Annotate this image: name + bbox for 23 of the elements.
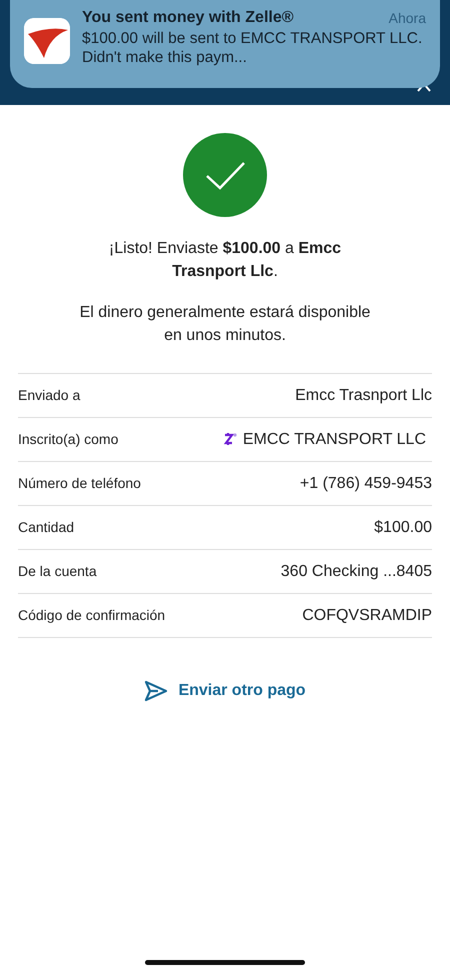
send-icon — [144, 680, 168, 702]
detail-label: Inscrito(a) como — [18, 430, 118, 449]
availability-note: El dinero generalmente estará disponible en unos minutos. — [78, 303, 372, 346]
detail-label: Número de teléfono — [18, 474, 141, 493]
detail-label: Código de confirmación — [18, 606, 166, 625]
detail-value: COFQVSRAMDIP — [302, 606, 432, 626]
detail-label: De la cuenta — [18, 562, 97, 581]
detail-value: +1 (786) 459-9453 — [300, 474, 432, 494]
detail-value: $100.00 — [374, 518, 432, 538]
app-icon — [24, 18, 70, 64]
notification-banner[interactable]: You sent money with Zelle® Ahora $100.00 will be sent to EMCC TRANSPORT LLC. Didn't make this paym... — [10, 0, 440, 88]
zelle-icon — [222, 432, 237, 446]
detail-value: Emcc Trasnport Llc — [295, 386, 432, 406]
notification-title: You sent money with Zelle® — [82, 8, 294, 28]
notification-text: $100.00 will be sent to EMCC TRANSPORT LLC. Didn't make this paym... — [82, 29, 424, 67]
send-another-payment-link[interactable]: Enviar otro pago — [138, 678, 312, 704]
detail-value: EMCC TRANSPORT LLC — [242, 430, 426, 450]
detail-label: Enviado a — [18, 386, 80, 405]
confirmation-message: ¡Listo! Enviaste $100.00 a Emcc Trasnport Llc. — [108, 239, 342, 282]
checkmark-icon — [183, 133, 267, 217]
notification-time: Ahora — [388, 9, 426, 28]
detail-value: 360 Checking ...8405 — [280, 562, 432, 582]
detail-label: Cantidad — [18, 518, 74, 537]
